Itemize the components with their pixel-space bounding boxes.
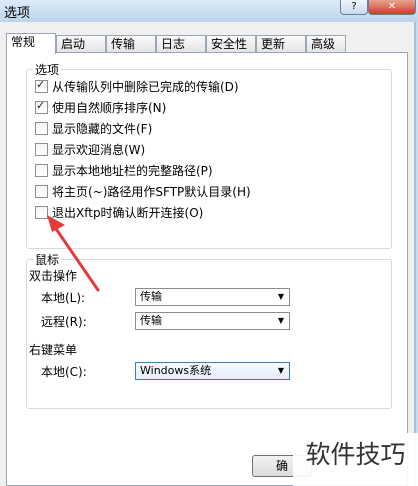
annotation-arrow-overlay: [47, 215, 100, 292]
red-arrow-icon: [47, 215, 100, 292]
watermark-text: 软件技巧: [293, 433, 418, 486]
tab-general[interactable]: 常规: [6, 33, 56, 54]
